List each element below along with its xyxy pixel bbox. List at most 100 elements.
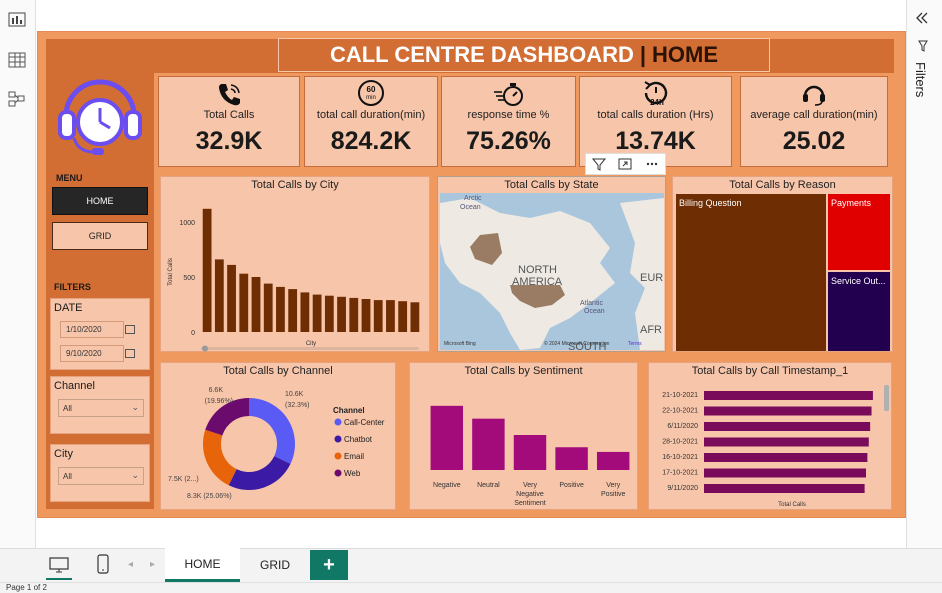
headset-icon	[803, 85, 825, 106]
legend-marker	[334, 469, 342, 477]
page-tabs-bar	[0, 548, 942, 582]
treemap-tile-billing-question[interactable]: Billing Question	[676, 194, 826, 351]
bar	[263, 283, 273, 332]
filter-icon[interactable]	[592, 157, 607, 171]
filter-funnel-icon[interactable]	[918, 40, 928, 52]
menu-grid-button[interactable]: GRID	[52, 222, 148, 250]
x-tick-label: Positive	[559, 482, 584, 489]
x-tick-label: Sentiment	[514, 500, 546, 507]
bar	[472, 418, 505, 470]
treemap-label: Payments	[831, 198, 872, 208]
channel-donut-visual[interactable]: Total Calls by Channel 10.6K (32.3%) 8.3K …	[160, 362, 396, 510]
horizontal-scrollbar	[201, 347, 419, 350]
sentiment-bar-visual[interactable]: Total Calls by Sentiment Negative Neutral…	[409, 362, 638, 510]
report-view-icon[interactable]	[8, 11, 26, 27]
date-to-field[interactable]: 9/10/2020	[60, 345, 124, 362]
date-filter-title: DATE	[54, 302, 83, 314]
collapse-pane-icon[interactable]	[915, 12, 929, 24]
bar	[214, 259, 224, 332]
stopwatch-icon	[493, 83, 523, 106]
map-label-europe: EUR	[640, 272, 663, 284]
sixty-min-icon: 60min	[358, 80, 384, 106]
chart-title: Total Calls by State	[504, 179, 599, 191]
bar	[704, 391, 873, 400]
menu-home-button[interactable]: HOME	[52, 187, 148, 215]
tab-home[interactable]: HOME	[165, 548, 240, 582]
map-label-arctic: Arctic	[464, 195, 482, 202]
x-tick-label: Negative	[516, 491, 544, 498]
visual-header-toolbar	[585, 153, 666, 175]
bar	[324, 295, 334, 332]
kpi-label: Total Calls	[203, 109, 255, 121]
kpi-label: total calls duration (Hrs)	[597, 109, 714, 121]
y-tick-label: 22-10-2021	[662, 408, 698, 415]
calendar-icon[interactable]	[125, 325, 135, 334]
bar	[398, 301, 408, 332]
y-tick-label: 16-10-2021	[662, 454, 698, 461]
treemap-label: Service Out...	[831, 276, 886, 286]
kpi-average-call-duration: average call duration(min) 25.02	[740, 76, 888, 167]
data-label: 10.6K	[285, 391, 304, 398]
legend-label: Web	[344, 469, 361, 478]
title-separator: |	[639, 42, 647, 67]
bar	[361, 299, 371, 332]
city-dropdown-value: All	[63, 471, 72, 481]
y-tick-label: 500	[183, 275, 195, 282]
map-label-atlantic: Atlantic	[580, 300, 603, 307]
add-page-button[interactable]: +	[310, 550, 348, 580]
focus-mode-icon[interactable]	[618, 157, 632, 171]
more-options-icon[interactable]	[645, 157, 659, 171]
channel-filter-card: Channel All ⌄	[50, 376, 150, 434]
channel-dropdown[interactable]: All ⌄	[58, 399, 144, 417]
treemap-tile-service-outage[interactable]: Service Out...	[828, 272, 890, 351]
bar	[276, 286, 285, 332]
bar	[704, 484, 865, 493]
tab-grid[interactable]: GRID	[240, 548, 310, 582]
legend-label: Chatbot	[344, 435, 373, 444]
channel-filter-title: Channel	[54, 380, 95, 392]
filters-pane-title[interactable]: Filters	[913, 62, 928, 97]
left-view-rail	[0, 0, 36, 548]
date-filter-card: DATE 1/10/2020 9/10/2020	[50, 298, 150, 370]
date-from-field[interactable]: 1/10/2020	[60, 321, 124, 338]
kpi-value: 75.26%	[466, 127, 551, 155]
reason-treemap-visual[interactable]: Total Calls by Reason Billing Question P…	[672, 176, 893, 352]
x-axis-label: Total Calls	[778, 502, 806, 508]
y-tick-label: 21-10-2021	[662, 392, 698, 399]
city-bar-chart-visual[interactable]: Total Calls by City 0 500 1000 City Total Ca…	[160, 176, 430, 352]
city-dropdown[interactable]: All ⌄	[58, 467, 144, 485]
bar	[288, 289, 298, 332]
channel-donut-chart: 10.6K (32.3%) 8.3K (25.06%) 7.5K (2...) 6.6K…	[168, 387, 385, 500]
svg-text:min: min	[366, 95, 376, 101]
scrollbar-thumb	[202, 345, 208, 352]
bar	[251, 277, 261, 332]
y-tick-label: 1000	[179, 220, 195, 227]
bar	[555, 447, 588, 470]
state-map-visual[interactable]: Total Calls by State Arctic Ocean NORTH …	[437, 176, 666, 352]
scroll-tabs-left-icon[interactable]: ◂	[128, 559, 133, 570]
donut-slice	[228, 456, 291, 490]
model-view-icon[interactable]	[8, 91, 26, 107]
x-tick-label: Very	[606, 482, 621, 489]
legend-label: Call-Center	[344, 418, 385, 427]
treemap-tile-payments[interactable]: Payments	[828, 194, 890, 270]
mobile-layout-icon[interactable]	[96, 554, 110, 574]
bar	[349, 297, 359, 332]
title-page-name: HOME	[652, 42, 719, 67]
call-centre-logo-icon	[58, 79, 142, 155]
bar	[300, 292, 310, 332]
phone-icon	[219, 84, 240, 106]
bar	[227, 264, 236, 332]
map-terms-link[interactable]: Terms	[628, 341, 642, 347]
calendar-icon[interactable]	[125, 349, 135, 358]
bar	[596, 451, 630, 470]
vertical-scrollbar[interactable]	[884, 385, 889, 411]
legend-title: Channel	[333, 406, 365, 415]
state-map[interactable]: Arctic Ocean NORTH AMERICA Atlantic Ocea…	[440, 193, 664, 350]
table-view-icon[interactable]	[8, 52, 26, 68]
city-filter-card: City All ⌄	[50, 444, 150, 502]
scroll-tabs-right-icon[interactable]: ▸	[150, 559, 155, 570]
desktop-layout-icon[interactable]	[48, 556, 70, 574]
map-label-africa: AFR	[640, 324, 662, 336]
timestamp-bar-visual[interactable]: Total Calls by Call Timestamp_1 21-10-20…	[648, 362, 892, 510]
